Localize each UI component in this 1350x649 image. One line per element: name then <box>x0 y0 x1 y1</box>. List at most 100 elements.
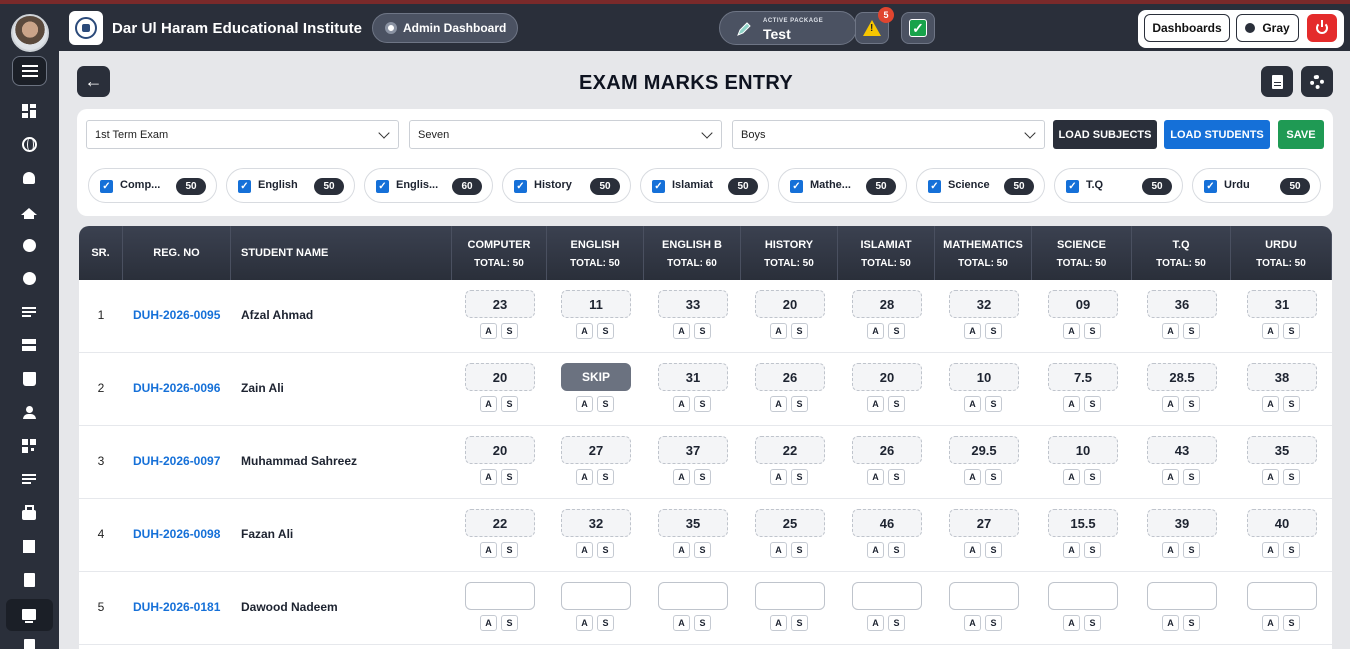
square-icon[interactable] <box>20 537 38 555</box>
theme-gray-button[interactable]: Gray <box>1236 14 1299 42</box>
marks-input[interactable]: 32 <box>561 509 631 537</box>
marks-input[interactable]: 27 <box>949 509 1019 537</box>
avatar[interactable] <box>11 14 49 52</box>
book-icon[interactable] <box>20 370 38 388</box>
absent-toggle[interactable]: A <box>770 542 787 558</box>
absent-toggle[interactable]: A <box>480 396 497 412</box>
list-icon[interactable] <box>20 303 38 321</box>
monitor-icon[interactable] <box>20 605 38 623</box>
skip-toggle[interactable]: S <box>1283 396 1300 412</box>
absent-toggle[interactable]: A <box>1063 396 1080 412</box>
absent-toggle[interactable]: A <box>1063 542 1080 558</box>
graduation-cap-icon[interactable] <box>20 202 38 220</box>
load-students-button[interactable]: LOAD STUDENTS <box>1164 120 1270 149</box>
absent-toggle[interactable]: A <box>480 542 497 558</box>
skip-toggle[interactable]: S <box>985 542 1002 558</box>
skip-toggle[interactable]: S <box>501 323 518 339</box>
skip-toggle[interactable]: S <box>1084 469 1101 485</box>
checkbox-checked-icon[interactable]: ✓ <box>1204 180 1217 193</box>
skip-toggle[interactable]: S <box>694 542 711 558</box>
registration-number-link[interactable]: DUH-2026-0096 <box>133 381 220 395</box>
absent-toggle[interactable]: A <box>480 469 497 485</box>
marks-input[interactable]: 20 <box>755 290 825 318</box>
absent-toggle[interactable]: A <box>673 396 690 412</box>
skip-toggle[interactable]: S <box>597 542 614 558</box>
marks-input[interactable]: 7.5 <box>1048 363 1118 391</box>
skip-toggle[interactable]: S <box>694 615 711 631</box>
absent-toggle[interactable]: A <box>770 469 787 485</box>
marks-input[interactable]: 28 <box>852 290 922 318</box>
document-icon[interactable] <box>20 571 38 589</box>
load-subjects-button[interactable]: LOAD SUBJECTS <box>1053 120 1157 149</box>
absent-toggle[interactable]: A <box>867 469 884 485</box>
save-button[interactable]: SAVE <box>1278 120 1324 149</box>
marks-input[interactable] <box>755 582 825 610</box>
marks-input[interactable]: 36 <box>1147 290 1217 318</box>
absent-toggle[interactable]: A <box>964 396 981 412</box>
skip-toggle[interactable]: S <box>1084 323 1101 339</box>
absent-toggle[interactable]: A <box>770 396 787 412</box>
absent-toggle[interactable]: A <box>867 396 884 412</box>
skip-toggle[interactable]: S <box>1084 542 1101 558</box>
marks-input[interactable] <box>561 582 631 610</box>
absent-toggle[interactable]: A <box>673 469 690 485</box>
absent-toggle[interactable]: A <box>1262 396 1279 412</box>
marks-input[interactable]: 40 <box>1247 509 1317 537</box>
checkbox-checked-icon[interactable]: ✓ <box>238 180 251 193</box>
subject-chip[interactable]: ✓ History 50 <box>502 168 631 203</box>
skip-toggle[interactable]: S <box>597 615 614 631</box>
marks-input[interactable] <box>949 582 1019 610</box>
list-icon[interactable] <box>20 470 38 488</box>
active-package-pill[interactable]: ACTIVE PACKAGE Test <box>719 11 857 45</box>
skip-toggle[interactable]: S <box>597 396 614 412</box>
marks-input[interactable] <box>1247 582 1317 610</box>
subject-chip[interactable]: ✓ Islamiat 50 <box>640 168 769 203</box>
registration-number-link[interactable]: DUH-2026-0181 <box>133 600 220 614</box>
logout-button[interactable] <box>1307 14 1337 42</box>
skip-toggle[interactable]: S <box>985 469 1002 485</box>
absent-toggle[interactable]: A <box>673 323 690 339</box>
registration-number-link[interactable]: DUH-2026-0097 <box>133 454 220 468</box>
marks-input[interactable] <box>852 582 922 610</box>
skip-toggle[interactable]: S <box>1183 615 1200 631</box>
marks-input[interactable]: 23 <box>465 290 535 318</box>
marks-input[interactable]: 11 <box>561 290 631 318</box>
skip-toggle[interactable]: S <box>694 396 711 412</box>
absent-toggle[interactable]: A <box>770 323 787 339</box>
checkbox-checked-icon[interactable]: ✓ <box>652 180 665 193</box>
marks-input[interactable]: 46 <box>852 509 922 537</box>
document-icon[interactable] <box>20 637 38 649</box>
globe-icon[interactable] <box>20 135 38 153</box>
skip-toggle[interactable]: S <box>791 615 808 631</box>
marks-input[interactable]: 32 <box>949 290 1019 318</box>
marks-input[interactable]: 38 <box>1247 363 1317 391</box>
marks-input[interactable]: 10 <box>949 363 1019 391</box>
marks-input[interactable]: 31 <box>1247 290 1317 318</box>
skip-toggle[interactable]: S <box>985 615 1002 631</box>
marks-input[interactable] <box>1147 582 1217 610</box>
marks-input[interactable]: 39 <box>1147 509 1217 537</box>
absent-toggle[interactable]: A <box>576 396 593 412</box>
skip-toggle[interactable]: S <box>888 323 905 339</box>
marks-input[interactable]: 26 <box>852 436 922 464</box>
skip-toggle[interactable]: S <box>888 469 905 485</box>
absent-toggle[interactable]: A <box>1162 542 1179 558</box>
subject-chip[interactable]: ✓ Mathe... 50 <box>778 168 907 203</box>
absent-toggle[interactable]: A <box>867 615 884 631</box>
skip-toggle[interactable]: S <box>597 469 614 485</box>
absent-toggle[interactable]: A <box>964 615 981 631</box>
absent-toggle[interactable]: A <box>1162 396 1179 412</box>
marks-input[interactable]: 15.5 <box>1048 509 1118 537</box>
checkbox-checked-icon[interactable]: ✓ <box>1066 180 1079 193</box>
absent-toggle[interactable]: A <box>1262 323 1279 339</box>
skip-toggle[interactable]: S <box>888 396 905 412</box>
marks-input[interactable]: 25 <box>755 509 825 537</box>
dashboard-icon[interactable] <box>20 102 38 120</box>
subject-chip[interactable]: ✓ T.Q 50 <box>1054 168 1183 203</box>
marks-input[interactable] <box>1048 582 1118 610</box>
circle-icon[interactable] <box>20 269 38 287</box>
skip-toggle[interactable]: S <box>501 469 518 485</box>
subject-chip[interactable]: ✓ English 50 <box>226 168 355 203</box>
checkbox-checked-icon[interactable]: ✓ <box>100 180 113 193</box>
skip-toggle[interactable]: S <box>1183 542 1200 558</box>
